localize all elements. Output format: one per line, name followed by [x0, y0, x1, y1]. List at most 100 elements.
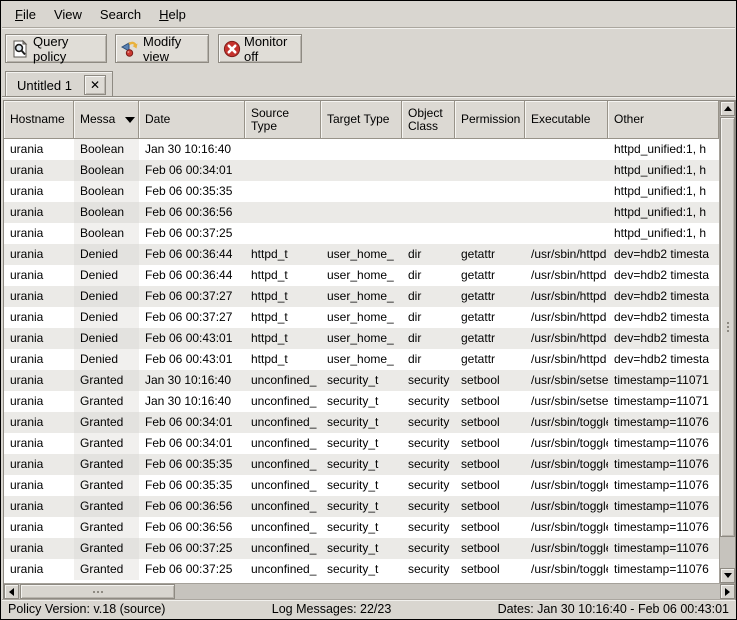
horizontal-scrollbar[interactable]	[4, 583, 735, 599]
cell-other: httpd_unified:1, h	[608, 160, 719, 181]
menu-file[interactable]: File	[6, 3, 45, 26]
table-row[interactable]: uraniaBooleanFeb 06 00:37:25httpd_unifie…	[4, 223, 719, 244]
monitor-off-button[interactable]: Monitor off	[218, 34, 302, 63]
column-header-object-class[interactable]: Object Class	[402, 101, 455, 139]
menu-view[interactable]: View	[45, 3, 91, 26]
scroll-up-button[interactable]	[720, 101, 735, 116]
cell-target-type: user_home_	[321, 349, 402, 370]
cell-date: Feb 06 00:34:01	[139, 160, 245, 181]
cell-other: httpd_unified:1, h	[608, 181, 719, 202]
vertical-scrollbar[interactable]	[719, 101, 735, 583]
cell-hostname: urania	[4, 139, 74, 160]
cell-hostname: urania	[4, 517, 74, 538]
thumb-grip-icon	[93, 591, 95, 593]
horizontal-scrollbar-thumb[interactable]	[20, 584, 175, 599]
table-row[interactable]: uraniaDeniedFeb 06 00:36:44httpd_tuser_h…	[4, 244, 719, 265]
cell-hostname: urania	[4, 391, 74, 412]
cell-object-class: dir	[402, 244, 455, 265]
table-row[interactable]: uraniaDeniedFeb 06 00:37:27httpd_tuser_h…	[4, 286, 719, 307]
cell-messa: Boolean	[74, 181, 139, 202]
cell-target-type: user_home_	[321, 265, 402, 286]
column-header-hostname[interactable]: Hostname	[4, 101, 74, 139]
cell-target-type: security_t	[321, 496, 402, 517]
menu-search[interactable]: Search	[91, 3, 150, 26]
table-row[interactable]: uraniaGrantedFeb 06 00:35:35unconfined_s…	[4, 475, 719, 496]
table-row[interactable]: uraniaDeniedFeb 06 00:43:01httpd_tuser_h…	[4, 349, 719, 370]
cell-executable: /usr/sbin/httpd	[525, 307, 608, 328]
table-row[interactable]: uraniaGrantedFeb 06 00:36:56unconfined_s…	[4, 517, 719, 538]
cell-permission: setbool	[455, 454, 525, 475]
menu-help[interactable]: Help	[150, 3, 195, 26]
tab-label: Untitled 1	[17, 78, 72, 93]
scroll-right-button[interactable]	[720, 584, 735, 599]
cell-permission: setbool	[455, 517, 525, 538]
cell-object-class: security	[402, 496, 455, 517]
table-row[interactable]: uraniaBooleanJan 30 10:16:40httpd_unifie…	[4, 139, 719, 160]
table-row[interactable]: uraniaBooleanFeb 06 00:34:01httpd_unifie…	[4, 160, 719, 181]
tab-untitled-1[interactable]: Untitled 1 ✕	[5, 71, 113, 98]
column-header-label: Date	[145, 113, 170, 126]
column-header-executable[interactable]: Executable	[525, 101, 608, 139]
table-row[interactable]: uraniaDeniedFeb 06 00:36:44httpd_tuser_h…	[4, 265, 719, 286]
scroll-down-button[interactable]	[720, 568, 735, 583]
query-policy-button[interactable]: Query policy	[5, 34, 107, 63]
cell-object-class	[402, 181, 455, 202]
cell-date: Feb 06 00:37:27	[139, 286, 245, 307]
cell-object-class: security	[402, 475, 455, 496]
cell-other: dev=hdb2 timesta	[608, 307, 719, 328]
table-row[interactable]: uraniaGrantedFeb 06 00:37:25unconfined_s…	[4, 559, 719, 580]
column-header-source-type[interactable]: Source Type	[245, 101, 321, 139]
cell-date: Jan 30 10:16:40	[139, 370, 245, 391]
cell-hostname: urania	[4, 286, 74, 307]
table-row[interactable]: uraniaGrantedFeb 06 00:36:56unconfined_s…	[4, 496, 719, 517]
column-header-date[interactable]: Date	[139, 101, 245, 139]
cell-source-type: unconfined_	[245, 496, 321, 517]
table-row[interactable]: uraniaDeniedFeb 06 00:43:01httpd_tuser_h…	[4, 328, 719, 349]
column-header-messa[interactable]: Messa	[74, 101, 139, 139]
cell-other: httpd_unified:1, h	[608, 139, 719, 160]
cell-object-class: dir	[402, 328, 455, 349]
table-row[interactable]: uraniaGrantedFeb 06 00:34:01unconfined_s…	[4, 412, 719, 433]
cell-source-type	[245, 160, 321, 181]
column-header-other[interactable]: Other	[608, 101, 719, 139]
cell-messa: Denied	[74, 265, 139, 286]
table-row[interactable]: uraniaGrantedFeb 06 00:35:35unconfined_s…	[4, 454, 719, 475]
cell-permission: setbool	[455, 496, 525, 517]
column-header-label: Hostname	[10, 113, 65, 126]
cell-executable: /usr/sbin/httpd	[525, 328, 608, 349]
table-row[interactable]: uraniaGrantedFeb 06 00:34:01unconfined_s…	[4, 433, 719, 454]
cell-date: Feb 06 00:35:35	[139, 181, 245, 202]
cell-date: Feb 06 00:37:27	[139, 307, 245, 328]
cell-source-type: unconfined_	[245, 412, 321, 433]
cell-source-type	[245, 223, 321, 244]
cell-source-type	[245, 139, 321, 160]
cell-hostname: urania	[4, 475, 74, 496]
cell-permission	[455, 202, 525, 223]
cell-target-type	[321, 202, 402, 223]
cell-hostname: urania	[4, 244, 74, 265]
cell-target-type: user_home_	[321, 328, 402, 349]
cell-target-type: user_home_	[321, 244, 402, 265]
cell-other: dev=hdb2 timesta	[608, 286, 719, 307]
cell-object-class	[402, 202, 455, 223]
scroll-left-button[interactable]	[4, 584, 19, 599]
table-row[interactable]: uraniaBooleanFeb 06 00:35:35httpd_unifie…	[4, 181, 719, 202]
vertical-scrollbar-thumb[interactable]	[720, 117, 735, 537]
arrow-left-icon	[9, 588, 14, 596]
cell-permission	[455, 223, 525, 244]
table-row[interactable]: uraniaBooleanFeb 06 00:36:56httpd_unifie…	[4, 202, 719, 223]
column-header-permission[interactable]: Permission	[455, 101, 525, 139]
cell-messa: Granted	[74, 412, 139, 433]
cell-hostname: urania	[4, 307, 74, 328]
table-row[interactable]: uraniaDeniedFeb 06 00:37:27httpd_tuser_h…	[4, 307, 719, 328]
table-row[interactable]: uraniaGrantedFeb 06 00:37:25unconfined_s…	[4, 538, 719, 559]
cell-messa: Granted	[74, 454, 139, 475]
cell-date: Feb 06 00:34:01	[139, 412, 245, 433]
tab-close-button[interactable]: ✕	[84, 75, 106, 95]
table-row[interactable]: uraniaGrantedJan 30 10:16:40unconfined_s…	[4, 370, 719, 391]
modify-view-button[interactable]: Modify view	[115, 34, 209, 63]
table-row[interactable]: uraniaGrantedJan 30 10:16:40unconfined_s…	[4, 391, 719, 412]
cell-hostname: urania	[4, 454, 74, 475]
column-header-target-type[interactable]: Target Type	[321, 101, 402, 139]
dates-status: Dates: Jan 30 10:16:40 - Feb 06 00:43:01	[498, 602, 729, 616]
